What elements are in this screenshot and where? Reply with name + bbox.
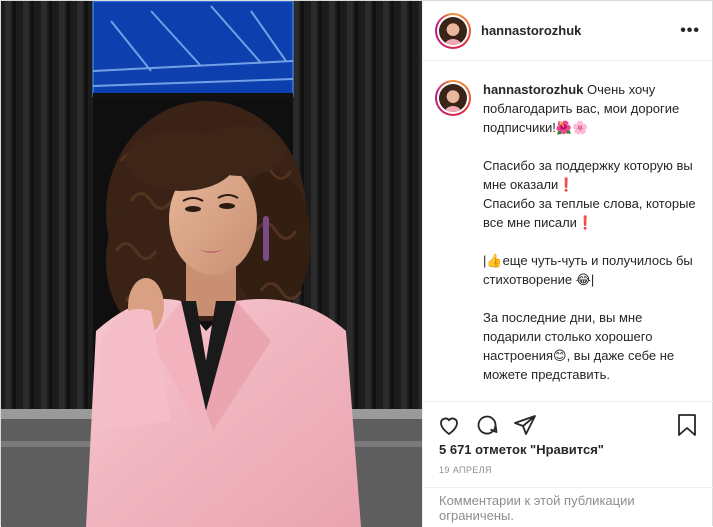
caption-username[interactable]: hannastorozhuk (483, 82, 583, 97)
share-icon[interactable] (511, 411, 539, 439)
ellipsis-icon[interactable]: ••• (680, 22, 700, 40)
post-header: hannastorozhuk ••• (423, 1, 712, 61)
caption-body: Очень хочу поблагодарить вас, мои дороги… (483, 82, 696, 382)
post-photo[interactable] (1, 1, 422, 527)
avatar[interactable] (435, 12, 471, 49)
caption-avatar[interactable] (435, 80, 471, 116)
comments-limited-notice: Комментарии к этой публикации ограничены… (423, 487, 713, 527)
photo-illustration (1, 1, 422, 527)
likes-count[interactable]: 5 671 отметок "Нравится" (439, 442, 604, 457)
bookmark-icon[interactable] (673, 411, 701, 439)
heart-icon[interactable] (435, 411, 463, 439)
comment-icon[interactable] (473, 411, 501, 439)
caption-section: hannastorozhuk Очень хочу поблагодарить … (423, 62, 713, 400)
instagram-post: hannastorozhuk ••• hannastorozhuk Очень … (0, 0, 713, 527)
username-link[interactable]: hannastorozhuk (481, 23, 680, 38)
action-bar (423, 401, 713, 447)
post-sidebar: hannastorozhuk ••• hannastorozhuk Очень … (422, 1, 713, 527)
caption-text: hannastorozhuk Очень хочу поблагодарить … (483, 80, 701, 400)
post-date[interactable]: 19 апреля (439, 465, 492, 475)
